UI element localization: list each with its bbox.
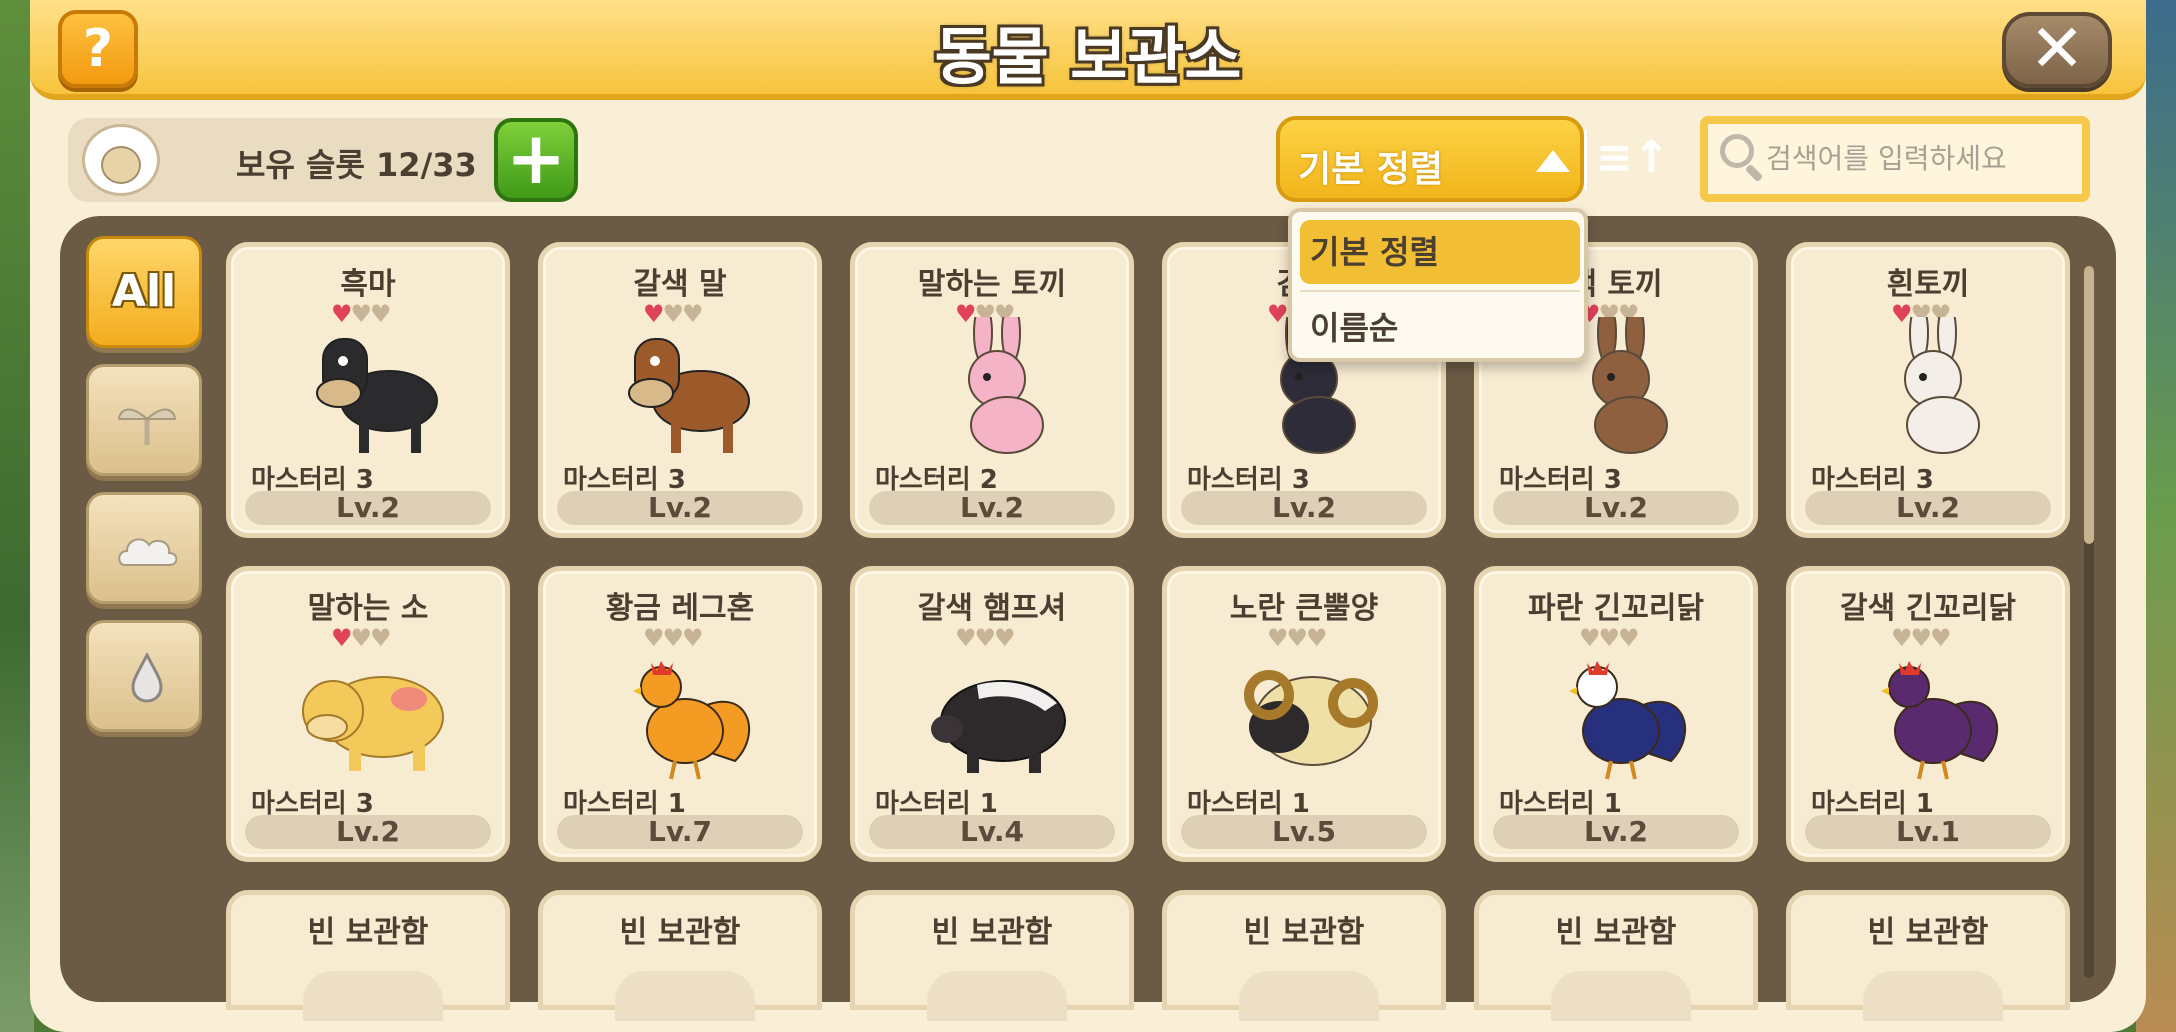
sort-order-button[interactable]: ≡↑: [1596, 130, 1670, 190]
level-badge: Lv.4: [869, 815, 1115, 849]
sprout-icon: [117, 408, 177, 445]
ram-icon: [1229, 641, 1389, 781]
sheep-face: [101, 146, 141, 184]
empty-slot-label: 빈 보관함: [931, 915, 1053, 950]
add-slot-button[interactable]: +: [494, 118, 578, 202]
black-horse-icon: [293, 317, 453, 457]
empty-slot-card[interactable]: 빈 보관함: [1474, 890, 1758, 1021]
empty-slot-card[interactable]: 빈 보관함: [850, 890, 1134, 1021]
empty-slot-card[interactable]: 빈 보관함: [538, 890, 822, 1021]
level-badge: Lv.2: [245, 815, 491, 849]
white-rabbit-icon: [1853, 302, 2013, 457]
cloud-icon: [118, 538, 177, 566]
animal-name: 황금 레그혼: [605, 591, 755, 626]
category-water-button[interactable]: [86, 620, 202, 732]
empty-silhouette-icon: [615, 971, 755, 1021]
animal-card[interactable]: 노란 큰뿔양 ♥♥♥ 마스터리 1 Lv.5: [1162, 566, 1446, 862]
level-badge: Lv.5: [1181, 815, 1427, 849]
animal-card[interactable]: 말하는 소 ♥♥♥ 마스터리 3 Lv.2: [226, 566, 510, 862]
category-weather-button[interactable]: [86, 492, 202, 604]
caret-up-icon: [1536, 150, 1570, 172]
level-badge: Lv.2: [557, 491, 803, 525]
empty-slot-card[interactable]: 빈 보관함: [1162, 890, 1446, 1021]
animal-card[interactable]: 말하는 토끼 ♥♥♥ 마스터리 2 Lv.2: [850, 242, 1134, 538]
animal-card[interactable]: 갈색 긴꼬리닭 ♥♥♥ 마스터리 1 Lv.1: [1786, 566, 2070, 862]
sort-option-default[interactable]: 기본 정렬: [1300, 220, 1580, 284]
animal-name: 흑마: [340, 267, 396, 302]
search-icon: [1720, 134, 1754, 168]
empty-silhouette-icon: [303, 971, 443, 1021]
level-badge: Lv.7: [557, 815, 803, 849]
level-badge: Lv.2: [1805, 491, 2051, 525]
blue-rooster-icon: [1541, 641, 1701, 781]
category-all-button[interactable]: All: [86, 236, 202, 348]
scrollbar-thumb[interactable]: [2084, 266, 2094, 544]
category-crops-button[interactable]: [86, 364, 202, 476]
level-badge: Lv.2: [245, 491, 491, 525]
animal-card[interactable]: 파란 긴꼬리닭 ♥♥♥ 마스터리 1 Lv.2: [1474, 566, 1758, 862]
empty-silhouette-icon: [1239, 971, 1379, 1021]
yellow-cow-icon: [293, 641, 453, 781]
empty-silhouette-icon: [927, 971, 1067, 1021]
water-drop-icon: [131, 653, 163, 703]
empty-slot-label: 빈 보관함: [1555, 915, 1677, 950]
level-badge: Lv.2: [1181, 491, 1427, 525]
animal-name: 노란 큰뿔양: [1229, 591, 1379, 626]
black-pig-icon: [917, 641, 1077, 781]
background-left: [0, 0, 34, 1032]
empty-slot-label: 빈 보관함: [1243, 915, 1365, 950]
animal-name: 흰토끼: [1886, 267, 1970, 302]
level-badge: Lv.1: [1805, 815, 2051, 849]
purple-rooster-icon: [1853, 641, 2013, 781]
page-title: 동물 보관소: [934, 20, 1242, 93]
empty-slot-card[interactable]: 빈 보관함: [226, 890, 510, 1021]
empty-slot-card[interactable]: 빈 보관함: [1786, 890, 2070, 1021]
animal-card[interactable]: 황금 레그혼 ♥♥♥ 마스터리 1 Lv.7: [538, 566, 822, 862]
sort-label: 기본 정렬: [1298, 149, 1444, 190]
animal-name: 갈색 긴꼬리닭: [1839, 591, 2017, 626]
animal-card[interactable]: 흰토끼 ♥♥♥ 마스터리 3 Lv.2: [1786, 242, 2070, 538]
empty-silhouette-icon: [1863, 971, 2003, 1021]
search-input[interactable]: [1766, 130, 2076, 186]
empty-slot-label: 빈 보관함: [619, 915, 741, 950]
slot-count: 보유 슬롯 12/33: [236, 146, 477, 184]
sort-option-name[interactable]: 이름순: [1300, 296, 1580, 360]
animal-name: 말하는 소: [307, 591, 429, 626]
animal-name: 말하는 토끼: [917, 267, 1067, 302]
level-badge: Lv.2: [869, 491, 1115, 525]
level-badge: Lv.2: [1493, 491, 1739, 525]
help-button[interactable]: ?: [58, 10, 138, 88]
animal-name: 파란 긴꼬리닭: [1527, 591, 1705, 626]
empty-slot-label: 빈 보관함: [307, 915, 429, 950]
animal-card[interactable]: 갈색 말 ♥♥♥ 마스터리 3 Lv.2: [538, 242, 822, 538]
empty-silhouette-icon: [1551, 971, 1691, 1021]
animal-card[interactable]: 흑마 ♥♥♥ 마스터리 3 Lv.2: [226, 242, 510, 538]
animal-name: 갈색 햄프셔: [917, 591, 1067, 626]
dropdown-divider: [1300, 290, 1580, 292]
close-button[interactable]: ✕: [2002, 12, 2112, 88]
golden-chicken-icon: [605, 641, 765, 781]
animal-name: 갈색 말: [633, 267, 727, 302]
sort-divider: [1584, 130, 1587, 190]
pink-rabbit-icon: [917, 302, 1077, 457]
brown-horse-icon: [605, 317, 765, 457]
empty-slot-label: 빈 보관함: [1867, 915, 1989, 950]
animal-card[interactable]: 갈색 햄프셔 ♥♥♥ 마스터리 1 Lv.4: [850, 566, 1134, 862]
sort-dropdown-menu: 기본 정렬 이름순: [1288, 208, 1588, 362]
level-badge: Lv.2: [1493, 815, 1739, 849]
